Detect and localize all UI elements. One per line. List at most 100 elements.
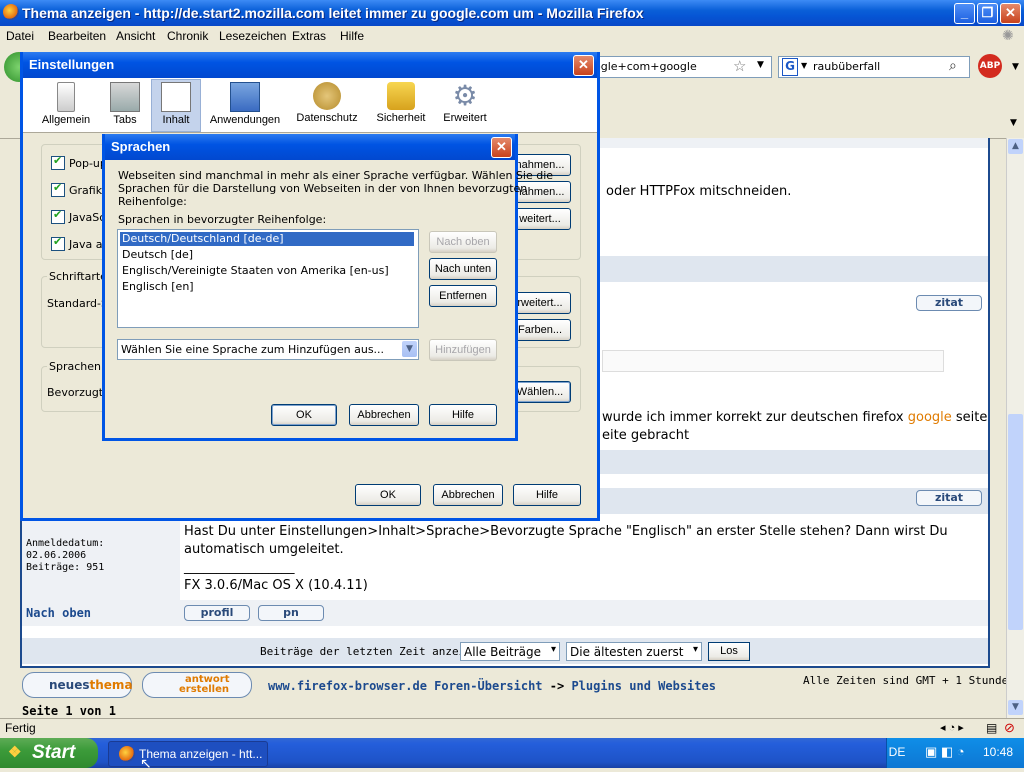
page-icon[interactable]: ▤ <box>986 721 997 735</box>
languages-help-button[interactable]: Hilfe <box>429 404 497 426</box>
fonts-advanced-button[interactable]: rweitert... <box>509 292 571 314</box>
add-language-select[interactable]: Wählen Sie eine Sprache zum Hinzufügen a… <box>117 339 419 360</box>
abp-dropdown-icon[interactable]: ▼ <box>1012 62 1019 72</box>
language-item[interactable]: Englisch [en] <box>120 280 194 294</box>
pm-button[interactable]: pn <box>258 605 324 621</box>
restore-icon[interactable]: ❐ <box>977 3 998 24</box>
java-checkbox[interactable] <box>51 235 65 251</box>
menu-bearbeiten[interactable]: Bearbeiten <box>48 29 106 43</box>
reply-button[interactable]: antwort erstellen <box>142 672 252 698</box>
window-titlebar: Thema anzeigen - http://de.start2.mozill… <box>0 0 1024 26</box>
language-item[interactable]: Deutsch/Deutschland [de-de] <box>120 232 414 246</box>
pane-allgemein[interactable]: Allgemein <box>41 80 91 130</box>
scroll-down-icon[interactable]: ▼ <box>1008 700 1023 715</box>
menu-extras[interactable]: Extras <box>292 29 326 43</box>
languages-cancel-button[interactable]: Abbrechen <box>349 404 419 426</box>
settings-cancel-button[interactable]: Abbrechen <box>433 484 503 506</box>
settings-help-button[interactable]: Hilfe <box>513 484 581 506</box>
languages-titlebar: Sprachen ✕ <box>105 134 515 160</box>
menu-ansicht[interactable]: Ansicht <box>116 29 155 43</box>
menu-hilfe[interactable]: Hilfe <box>340 29 364 43</box>
close-icon[interactable]: ✕ <box>1000 3 1021 24</box>
search-magnifier-icon[interactable]: ⌕ <box>949 58 957 74</box>
reply-text-line1: Hast Du unter Einstellungen>Inhalt>Sprac… <box>184 524 948 539</box>
pane-anwendungen[interactable]: Anwendungen <box>209 80 281 130</box>
languages-ok-button[interactable]: OK <box>271 404 337 426</box>
menu-datei[interactable]: Datei <box>6 29 34 43</box>
close-icon[interactable]: ✕ <box>491 137 512 158</box>
settings-ok-button[interactable]: OK <box>355 484 421 506</box>
pane-erweitert[interactable]: ⚙ Erweitert <box>439 80 491 130</box>
search-bar[interactable]: G ▼ raubüberfall ⌕ <box>778 56 970 78</box>
new-topic-label: neuesthema <box>49 678 133 692</box>
breadcrumb-section-link[interactable]: Plugins und Websites <box>571 679 716 693</box>
status-nav-icon[interactable]: ◂ ◔ ▸ <box>940 721 964 734</box>
add-button[interactable]: Hinzufügen <box>429 339 497 361</box>
order-select[interactable]: Die ältesten zuerst ▾ <box>566 642 702 661</box>
filter-select[interactable]: Alle Beiträge ▾ <box>460 642 560 661</box>
javascript-advanced-button[interactable]: weitert... <box>509 208 571 230</box>
close-icon[interactable]: ✕ <box>573 55 594 76</box>
language-item[interactable]: Deutsch [de] <box>120 248 193 262</box>
post-text-line1: wurde ich immer korrekt zur deutschen fi… <box>602 410 988 425</box>
scroll-thumb[interactable] <box>1008 414 1023 630</box>
engine-dropdown-icon[interactable]: ▼ <box>801 61 807 70</box>
order-value: Die ältesten zuerst <box>570 645 684 659</box>
colors-button[interactable]: Farben... <box>509 319 571 341</box>
timezone-note: Alle Zeiten sind GMT + 1 Stunde <box>803 674 1009 687</box>
settings-titlebar: Einstellungen ✕ <box>23 52 597 78</box>
reply-label-2: erstellen <box>179 684 229 695</box>
bookmark-star-icon[interactable]: ☆ <box>733 57 746 75</box>
start-button[interactable]: ❖ Start <box>0 738 98 768</box>
settings-title: Einstellungen <box>29 57 115 72</box>
author-post-count: Beiträge: 951 <box>26 562 105 573</box>
filter-label: Beiträge der letzten Zeit anzeigen: <box>260 645 492 658</box>
popup-checkbox[interactable] <box>51 154 65 170</box>
new-topic-button[interactable]: neuesthema <box>22 672 133 698</box>
adblock-plus-button[interactable]: ABP <box>978 54 1002 78</box>
block-icon[interactable]: ⊘ <box>1004 720 1015 736</box>
breadcrumb-home-link[interactable]: www.firefox-browser.de Foren-Übersicht <box>268 679 543 693</box>
pane-inhalt[interactable]: Inhalt <box>151 79 201 132</box>
pane-sicherheit[interactable]: Sicherheit <box>375 80 427 130</box>
pane-datenschutz[interactable]: Datenschutz <box>295 80 359 130</box>
url-dropdown-icon[interactable]: ▼ <box>757 60 764 70</box>
back-to-top-link[interactable]: Nach oben <box>26 606 91 620</box>
go-button[interactable]: Los <box>708 642 750 661</box>
search-input[interactable]: raubüberfall <box>813 60 880 73</box>
chevron-down-icon: ▼ <box>402 341 417 357</box>
menu-chronik[interactable]: Chronik <box>167 29 208 43</box>
tray-icons[interactable]: ▣ ◧ ◔ <box>925 744 965 760</box>
scroll-up-icon[interactable]: ▲ <box>1008 139 1023 154</box>
move-down-button[interactable]: Nach unten <box>429 258 497 280</box>
google-engine-icon[interactable]: G <box>782 58 798 76</box>
languages-listbox[interactable]: Deutsch/Deutschland [de-de] Deutsch [de]… <box>117 229 419 328</box>
quote-button[interactable]: zitat <box>916 295 982 311</box>
menu-lesezeichen[interactable]: Lesezeichen <box>219 29 286 43</box>
author-regdate: 02.06.2006 <box>26 550 87 561</box>
javascript-checkbox[interactable] <box>51 208 65 224</box>
firefox-icon <box>119 746 135 762</box>
remove-button[interactable]: Entfernen <box>429 285 497 307</box>
switch-icon <box>57 82 75 112</box>
chevron-down-icon: ▾ <box>692 644 698 655</box>
pane-tabs[interactable]: Tabs <box>105 80 145 130</box>
breadcrumb: www.firefox-browser.de Foren-Übersicht -… <box>268 679 716 693</box>
language-indicator[interactable]: DE <box>887 745 907 759</box>
javascript-label: JavaSc <box>69 211 106 224</box>
languages-description-1: Webseiten sind manchmal in mehr als eine… <box>118 169 554 182</box>
quote-button-2[interactable]: zitat <box>916 490 982 506</box>
move-up-button[interactable]: Nach oben <box>429 231 497 253</box>
mouse-cursor-icon: ↖ <box>140 756 152 772</box>
images-checkbox[interactable] <box>51 181 65 197</box>
language-item[interactable]: Englisch/Vereinigte Staaten von Amerika … <box>120 264 389 278</box>
taskbar-firefox-item[interactable]: Thema anzeigen - htt... <box>108 741 268 767</box>
languages-title: Sprachen <box>111 139 171 154</box>
minimize-icon[interactable]: _ <box>954 3 975 24</box>
vertical-scrollbar[interactable]: ▲ ▼ <box>1006 138 1024 718</box>
url-bar[interactable]: ogle+com+google ☆ ▼ <box>590 56 772 78</box>
url-text: ogle+com+google <box>594 60 697 73</box>
tab-list-icon[interactable]: ▼ <box>1010 118 1017 128</box>
profile-button[interactable]: profil <box>184 605 250 621</box>
choose-languages-button[interactable]: Wählen... <box>509 381 571 403</box>
